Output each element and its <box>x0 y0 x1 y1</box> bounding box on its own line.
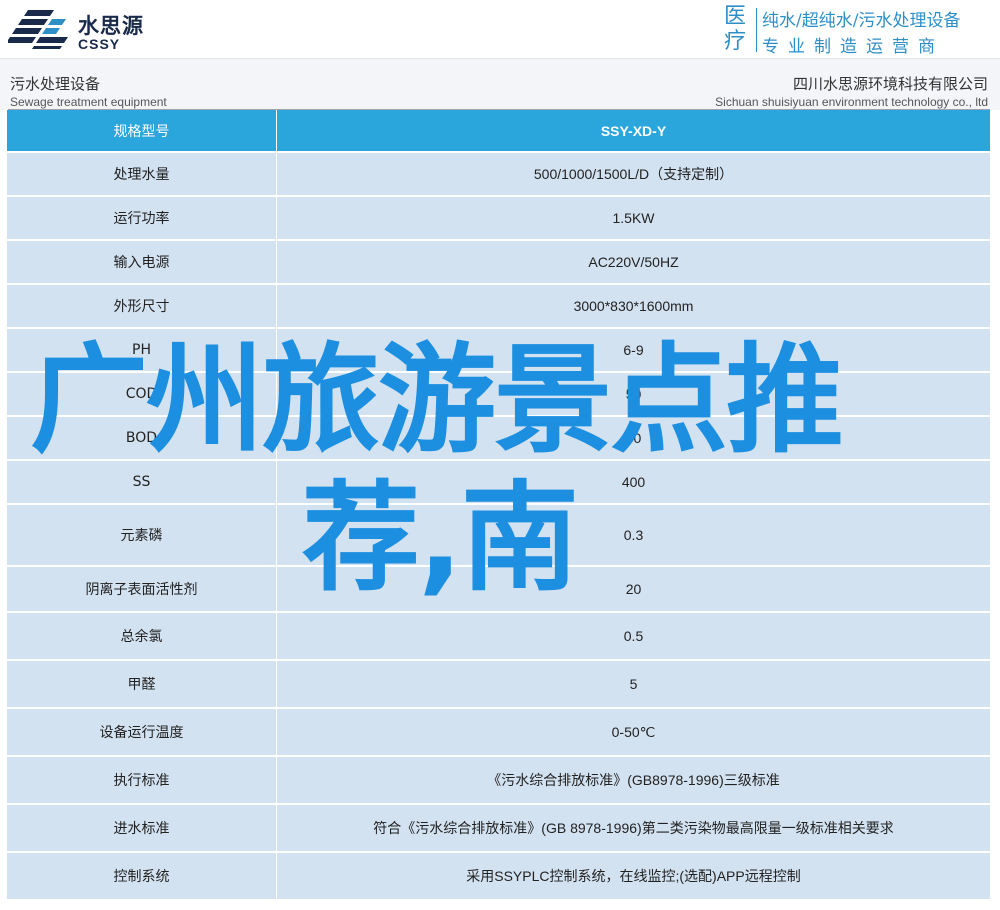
company-name-cn: 四川水思源环境科技有限公司 <box>792 75 988 93</box>
spec-key: 运行功率 <box>7 197 277 241</box>
spec-row: 元素磷 0.3 <box>7 505 991 567</box>
spec-value: 0-50℃ <box>277 709 991 757</box>
product-category-en: Sewage treatment equipment <box>10 95 167 109</box>
spec-value: 采用SSYPLC控制系统，在线监控;(选配)APP远程控制 <box>277 853 991 901</box>
spec-value: 400 <box>277 461 991 505</box>
spec-row: 控制系统 采用SSYPLC控制系统，在线监控;(选配)APP远程控制 <box>7 853 991 901</box>
spec-row: 总余氯 0.5 <box>7 613 991 661</box>
top-banner: 水思源 CSSY 医疗 纯水/超纯水/污水处理设备 专业制造运营商 <box>0 0 1000 58</box>
spec-value: 0.5 <box>277 613 991 661</box>
spec-row: 处理水量 500/1000/1500L/D（支持定制） <box>7 153 991 197</box>
spec-key: 阴离子表面活性剂 <box>7 567 277 613</box>
spec-key: 处理水量 <box>7 153 277 197</box>
spec-value: 5 <box>277 661 991 709</box>
spec-key: 控制系统 <box>7 853 277 901</box>
spec-key: 总余氯 <box>7 613 277 661</box>
spec-key: 设备运行温度 <box>7 709 277 757</box>
spec-table-header-row: 规格型号 SSY-XD-Y <box>7 110 991 153</box>
water-lines-logo-icon <box>8 10 68 49</box>
spec-row: 执行标准 《污水综合排放标准》(GB8978-1996)三级标准 <box>7 757 991 805</box>
slogan-line-2: 专业制造运营商 <box>762 37 944 57</box>
slogan-big-chars: 医疗 <box>724 4 747 54</box>
spec-row: 进水标准 符合《污水综合排放标准》(GB 8978-1996)第二类污染物最高限量… <box>7 805 991 853</box>
spec-key: BOD <box>7 417 277 461</box>
spec-value: 500/1000/1500L/D（支持定制） <box>277 153 991 197</box>
spec-value: 50 <box>277 373 991 417</box>
spec-row: 运行功率 1.5KW <box>7 197 991 241</box>
spec-key: 进水标准 <box>7 805 277 853</box>
spec-key: COD <box>7 373 277 417</box>
spec-value: 1.5KW <box>277 197 991 241</box>
spec-row: SS 400 <box>7 461 991 505</box>
spec-value: 符合《污水综合排放标准》(GB 8978-1996)第二类污染物最高限量一级标准… <box>277 805 991 853</box>
spec-row: 外形尺寸 3000*830*1600mm <box>7 285 991 329</box>
slogan-line-1: 纯水/超纯水/污水处理设备 <box>762 11 961 31</box>
spec-row: 输入电源 AC220V/50HZ <box>7 241 991 285</box>
spec-value: 6-9 <box>277 329 991 373</box>
spec-key: SS <box>7 461 277 505</box>
spec-key: 元素磷 <box>7 505 277 567</box>
brand-logo[interactable]: 水思源 CSSY <box>8 6 168 52</box>
spec-value: 20 <box>277 567 991 613</box>
spec-key: 输入电源 <box>7 241 277 285</box>
spec-value: 0.3 <box>277 505 991 567</box>
subheader: 污水处理设备 Sewage treatment equipment 四川水思源环… <box>0 58 1000 110</box>
spec-key: 外形尺寸 <box>7 285 277 329</box>
spec-value: AC220V/50HZ <box>277 241 991 285</box>
slogan-divider <box>756 8 757 52</box>
spec-table: 规格型号 SSY-XD-Y 处理水量 500/1000/1500L/D（支持定制）… <box>7 110 991 901</box>
spec-value: 《污水综合排放标准》(GB8978-1996)三级标准 <box>277 757 991 805</box>
spec-key: 甲醛 <box>7 661 277 709</box>
spec-value: 3000*830*1600mm <box>277 285 991 329</box>
spec-key: 规格型号 <box>7 110 277 153</box>
spec-key: PH <box>7 329 277 373</box>
spec-row: 阴离子表面活性剂 20 <box>7 567 991 613</box>
slogan: 医疗 纯水/超纯水/污水处理设备 专业制造运营商 <box>724 4 1000 57</box>
product-category-cn: 污水处理设备 <box>10 75 101 93</box>
spec-row: PH 6-9 <box>7 329 991 373</box>
spec-key: 执行标准 <box>7 757 277 805</box>
spec-row: 设备运行温度 0-50℃ <box>7 709 991 757</box>
spec-row: BOD 30 <box>7 417 991 461</box>
brand-name-en: CSSY <box>78 36 121 52</box>
spec-row: 甲醛 5 <box>7 661 991 709</box>
spec-value: 30 <box>277 417 991 461</box>
company-name-en: Sichuan shuisiyuan environment technolog… <box>715 95 988 109</box>
spec-row: COD 50 <box>7 373 991 417</box>
spec-value: SSY-XD-Y <box>277 110 991 153</box>
